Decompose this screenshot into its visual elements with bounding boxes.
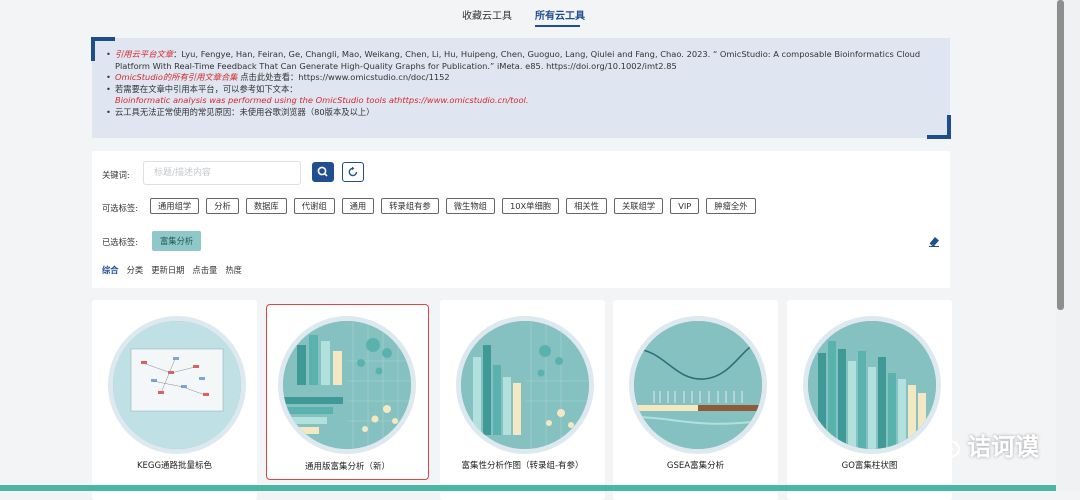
tab-favorites[interactable]: 收藏云工具 xyxy=(462,7,512,22)
search-icon xyxy=(317,166,328,177)
keyword-label: 关键词: xyxy=(102,170,130,180)
tool-card-title: GSEA富集分析 xyxy=(666,461,725,471)
tag-option[interactable]: 10X单细胞 xyxy=(501,198,560,214)
sort-options: 综合 分类 更新日期 点击量 热度 xyxy=(102,264,242,276)
citation-label: 引用云平台文章 xyxy=(115,49,174,59)
tab-all-tools[interactable]: 所有云工具 xyxy=(535,7,585,22)
notice-cite-sentence: Bioinformatic analysis was performed usi… xyxy=(115,95,529,106)
tool-card-kegg[interactable]: KEGG通路批量标色 xyxy=(92,300,257,500)
tag-option[interactable]: 代谢组 xyxy=(293,198,335,214)
refresh-icon xyxy=(348,166,358,177)
tool-card-enrichment-new[interactable]: 通用版富集分析（新） xyxy=(266,304,429,480)
notice-citation: 引用云平台文章：Lyu, Fengye, Han, Feiran, Ge, Ch… xyxy=(106,49,942,72)
tag-option[interactable]: VIP xyxy=(670,198,700,214)
sort-clicks[interactable]: 点击量 xyxy=(192,264,217,276)
enrichment-thumbnail xyxy=(278,316,416,454)
notice-collection: OmicStudio的所有引用文章合集 点击此处查看：https://www.o… xyxy=(106,72,942,84)
sort-category[interactable]: 分类 xyxy=(127,264,144,276)
corner-decoration-bottom-right xyxy=(927,115,951,139)
tool-card-title: KEGG通路批量标色 xyxy=(136,461,213,471)
tool-card-gsea[interactable]: GSEA富集分析 xyxy=(613,300,778,500)
footer-bar xyxy=(0,485,1080,491)
selected-tags-label: 已选标签: xyxy=(102,237,138,247)
tag-option[interactable]: 通用组学 xyxy=(150,198,200,214)
collection-link[interactable]: 点击此处查看：https://www.omicstudio.cn/doc/115… xyxy=(238,72,450,82)
sort-popularity[interactable]: 热度 xyxy=(225,264,242,276)
gsea-thumbnail xyxy=(629,316,767,454)
sort-update-date[interactable]: 更新日期 xyxy=(151,264,184,276)
wechat-watermark: 诘诃谟 xyxy=(925,427,1039,462)
watermark-text: 诘诃谟 xyxy=(967,433,1039,461)
tag-option[interactable]: 相关性 xyxy=(566,198,607,214)
sort-comprehensive[interactable]: 综合 xyxy=(102,264,119,276)
search-input[interactable] xyxy=(143,161,301,185)
tag-option[interactable]: 肿瘤全外 xyxy=(706,198,756,214)
selected-tag[interactable]: 富集分析 xyxy=(152,231,202,251)
active-tab-indicator xyxy=(535,25,580,27)
go-bar-thumbnail xyxy=(803,316,941,454)
collection-label: OmicStudio的所有引用文章合集 xyxy=(115,72,238,83)
notice-browser-note: 云工具无法正常使用的常见原因：未使用谷歌浏览器（80版本及以上） xyxy=(106,107,942,119)
kegg-pathway-thumbnail xyxy=(108,316,246,454)
tag-option[interactable]: 通用 xyxy=(341,198,375,214)
tag-option[interactable]: 数据库 xyxy=(245,198,287,214)
enrichment-plot-thumbnail xyxy=(456,316,594,454)
filter-panel: 关键词: 可选标签: 通用组学 分析 数据库 代谢组 通用 转录组有参 微生物组… xyxy=(92,151,950,288)
notice-cite-platform: 若需要在文章中引用本平台，可以参考如下文本： xyxy=(106,84,942,96)
optional-tags-label: 可选标签: xyxy=(102,203,138,213)
eraser-icon[interactable] xyxy=(927,234,941,248)
scrollbar-thumb[interactable] xyxy=(1057,0,1064,310)
optional-tag-list: 通用组学 分析 数据库 代谢组 通用 转录组有参 微生物组 10X单细胞 相关性… xyxy=(150,198,756,214)
tool-card-go-bar[interactable]: GO富集柱状图 xyxy=(787,300,952,500)
notice-panel: 引用云平台文章：Lyu, Fengye, Han, Feiran, Ge, Ch… xyxy=(91,37,951,139)
tag-option[interactable]: 关联组学 xyxy=(613,198,664,214)
refresh-button[interactable] xyxy=(342,162,364,182)
search-button[interactable] xyxy=(312,162,334,182)
citation-text: ：Lyu, Fengye, Han, Feiran, Ge, Changli, … xyxy=(115,49,921,71)
tool-card-title: 通用版富集分析（新） xyxy=(304,462,390,472)
tool-tabs: 收藏云工具 所有云工具 xyxy=(0,0,1056,32)
tag-option[interactable]: 分析 xyxy=(206,198,239,214)
tool-card-title: 富集性分析作图（转录组-有参） xyxy=(461,461,584,471)
tag-option[interactable]: 转录组有参 xyxy=(381,198,439,214)
tool-card-enrichment-plot[interactable]: 富集性分析作图（转录组-有参） xyxy=(440,300,605,500)
tag-option[interactable]: 微生物组 xyxy=(445,198,495,214)
wechat-icon xyxy=(926,431,960,458)
